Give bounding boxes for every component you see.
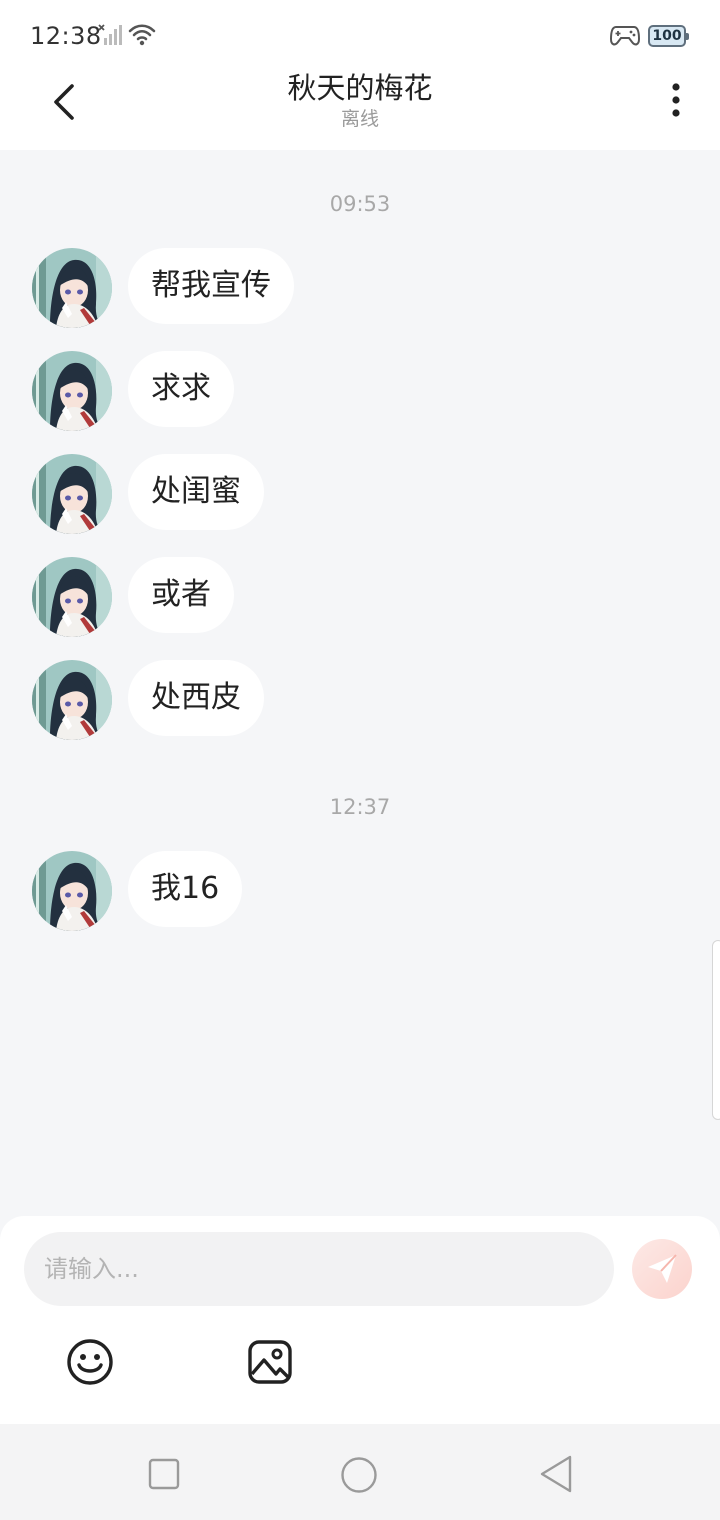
message-bubble[interactable]: 处西皮 — [128, 660, 264, 736]
paper-plane-icon — [648, 1254, 677, 1283]
input-area — [0, 1216, 720, 1424]
avatar[interactable] — [32, 248, 112, 328]
avatar[interactable] — [32, 851, 112, 931]
message-bubble[interactable]: 我16 — [128, 851, 243, 927]
system-nav-bar — [0, 1424, 720, 1520]
message-bubble[interactable]: 帮我宣传 — [128, 248, 294, 324]
battery-icon: 100 — [648, 25, 689, 47]
avatar[interactable] — [32, 351, 112, 431]
avatar[interactable] — [32, 557, 112, 637]
send-button[interactable] — [632, 1239, 692, 1299]
scroll-handle[interactable] — [712, 940, 720, 1120]
message-time: 12:37 — [329, 795, 391, 819]
title-block: 秋天的梅花 离线 — [160, 68, 560, 130]
more-vertical-icon[interactable] — [664, 80, 688, 120]
chat-title: 秋天的梅花 — [287, 71, 433, 105]
home-icon[interactable] — [340, 1456, 378, 1494]
message-time: 09:53 — [329, 192, 391, 216]
message-bubble[interactable]: 或者 — [128, 557, 234, 633]
message-bubble[interactable]: 处闺蜜 — [128, 454, 264, 530]
wifi-icon — [128, 24, 156, 46]
recent-apps-icon[interactable] — [148, 1458, 180, 1490]
gamepad-icon — [610, 26, 640, 46]
chat-status: 离线 — [340, 108, 379, 130]
signal-icon — [98, 24, 122, 45]
avatar[interactable] — [32, 660, 112, 740]
message-input[interactable] — [24, 1232, 614, 1306]
battery-level: 100 — [652, 28, 682, 44]
status-bar: 12:38 100 — [0, 0, 720, 64]
chat-header: 秋天的梅花 离线 — [0, 64, 720, 150]
image-icon[interactable] — [246, 1338, 294, 1386]
message-list[interactable]: 09:53 帮我宣传 求求 处闺蜜 或者 处西皮 12:37 我16 — [0, 150, 720, 1216]
nav-back-icon[interactable] — [538, 1454, 574, 1494]
back-arrow-icon[interactable] — [44, 82, 84, 122]
status-time: 12:38 — [30, 22, 102, 50]
message-bubble[interactable]: 求求 — [128, 351, 234, 427]
avatar[interactable] — [32, 454, 112, 534]
smiley-icon[interactable] — [66, 1338, 114, 1386]
